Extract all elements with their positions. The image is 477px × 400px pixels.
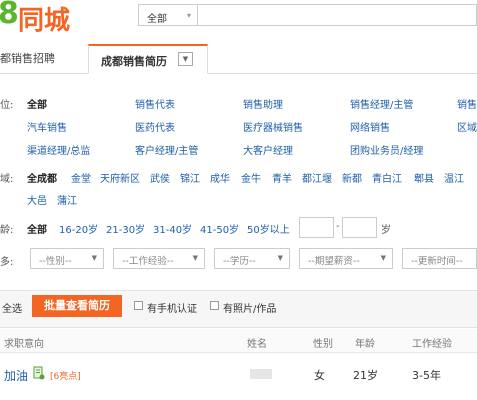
chevron-down-icon: ▼ (277, 254, 283, 262)
filter-position-item[interactable]: 医疗器械销售 (243, 119, 303, 134)
filter-area-item[interactable]: 都江堰 (302, 170, 332, 185)
chevron-down-icon: ▼ (380, 254, 386, 262)
search-scope-select[interactable]: 全部 ▾ (138, 4, 198, 26)
filter-position-item[interactable]: 汽车销售 (27, 119, 67, 134)
filter-position-item[interactable]: 区域 (457, 119, 477, 134)
logo-digit: 8 (0, 0, 19, 31)
tab-dropdown-button[interactable]: ▼ (178, 52, 193, 66)
gender-select[interactable]: --性别-- ▼ (30, 248, 104, 269)
filter-position-item[interactable]: 客户经理/主管 (135, 142, 198, 157)
search-scope-label: 全部 (147, 14, 167, 25)
education-select[interactable]: --学历-- ▼ (214, 248, 290, 269)
filter-age-label: 龄: (0, 225, 14, 236)
tab-sales-jobs[interactable]: 都销售招聘 (0, 50, 55, 66)
experience-select-value: --工作经验-- (122, 256, 174, 267)
filter-age-item[interactable]: 16-20岁 (59, 221, 98, 236)
age-unit: 岁 (381, 225, 391, 236)
age-range-separator: - (336, 221, 340, 232)
column-header: 性别 (313, 339, 333, 350)
filter-area-item[interactable]: 温江 (444, 170, 464, 185)
column-header: 工作经验 (412, 339, 452, 350)
filter-area-item[interactable]: 青白江 (372, 170, 402, 185)
age-min-input[interactable] (299, 217, 334, 238)
has-photo-checkbox[interactable] (210, 301, 219, 310)
filter-position-item[interactable]: 销售 (457, 96, 477, 111)
salary-select-value: --期望薪资-- (308, 256, 360, 267)
filter-position-item[interactable]: 医药代表 (135, 119, 175, 134)
chevron-down-icon: ▼ (192, 254, 198, 262)
filter-area-item[interactable]: 金堂 (71, 170, 91, 185)
age-cell: 21岁 (353, 369, 378, 382)
filter-position-all[interactable]: 全部 (27, 96, 47, 111)
filter-position-item[interactable]: 销售代表 (135, 96, 175, 111)
filter-age-item[interactable]: 31-40岁 (153, 221, 192, 236)
masked-name (250, 369, 272, 379)
filter-age-all[interactable]: 全部 (27, 221, 47, 236)
table-header (0, 329, 477, 353)
filter-position-label: 位: (0, 100, 14, 111)
chevron-down-icon: ▼ (91, 254, 97, 262)
select-all-link[interactable]: 全选 (2, 300, 22, 315)
filter-area-item[interactable]: 蒲江 (57, 192, 77, 207)
filter-area-item[interactable]: 新都 (342, 170, 362, 185)
filter-position-item[interactable]: 网络销售 (350, 119, 390, 134)
column-header: 求职意向 (4, 339, 44, 350)
filter-area-item[interactable]: 金牛 (241, 170, 261, 185)
resume-title-link[interactable]: 加油 (4, 367, 28, 384)
filter-area-item[interactable]: 成华 (210, 170, 230, 185)
education-select-value: --学历-- (223, 256, 256, 267)
filter-area-item[interactable]: 青羊 (272, 170, 292, 185)
logo-text: 同城 (18, 6, 71, 36)
filter-area-label: 域: (0, 174, 14, 185)
experience-select[interactable]: --工作经验-- ▼ (113, 248, 205, 269)
experience-cell: 3-5年 (412, 369, 441, 382)
update-time-select-value: --更新时间-- (411, 256, 463, 267)
gender-select-value: --性别-- (39, 256, 72, 267)
filter-position-item[interactable]: 团购业务员/经理 (350, 142, 423, 157)
filter-position-item[interactable]: 渠道经理/总监 (27, 142, 90, 157)
tab-divider (0, 73, 477, 74)
update-time-select[interactable]: --更新时间-- (402, 248, 477, 269)
filter-age-item[interactable]: 21-30岁 (106, 221, 145, 236)
filter-area-item[interactable]: 天府新区 (100, 170, 140, 185)
column-header: 姓名 (247, 339, 267, 350)
phone-verified-label: 有手机认证 (147, 304, 197, 315)
filter-more-label: 多: (0, 257, 14, 268)
filter-area-item[interactable]: 郫县 (414, 170, 434, 185)
batch-view-button[interactable]: 批量查看简历 (32, 295, 122, 317)
highlight-tag: [6亮点] (50, 372, 81, 382)
filter-position-item[interactable]: 大客户经理 (243, 142, 293, 157)
filter-age-item[interactable]: 41-50岁 (200, 221, 239, 236)
resume-doc-icon (33, 366, 45, 380)
filter-position-item[interactable]: 销售经理/主管 (350, 96, 413, 111)
filter-area-item[interactable]: 锦江 (180, 170, 200, 185)
filter-position-item[interactable]: 销售助理 (243, 96, 283, 111)
filter-area-item[interactable]: 大邑 (27, 192, 47, 207)
tab-sales-resumes-label: 成都销售简历 (101, 55, 167, 68)
filter-age-item[interactable]: 50岁以上 (247, 221, 290, 236)
filter-area-item[interactable]: 武侯 (150, 170, 170, 185)
salary-select[interactable]: --期望薪资-- ▼ (299, 248, 393, 269)
has-photo-label: 有照片/作品 (223, 304, 277, 315)
search-input[interactable] (198, 4, 477, 26)
column-header: 年龄 (355, 339, 375, 350)
gender-cell: 女 (314, 369, 325, 382)
chevron-down-icon: ▾ (186, 11, 191, 20)
age-max-input[interactable] (342, 217, 377, 238)
filter-area-all[interactable]: 全成都 (27, 170, 57, 185)
phone-verified-checkbox[interactable] (134, 301, 143, 310)
